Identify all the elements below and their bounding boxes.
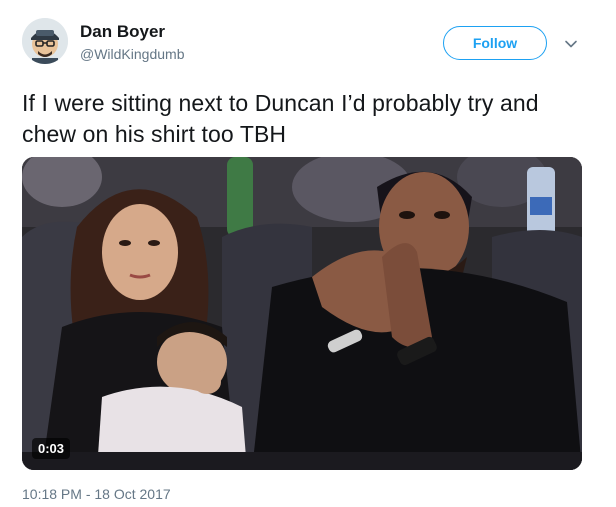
avatar-illustration	[22, 18, 68, 64]
tweet-timestamp[interactable]: 10:18 PM - 18 Oct 2017	[22, 486, 171, 503]
video-thumbnail	[22, 157, 582, 470]
author-display-name[interactable]: Dan Boyer	[80, 22, 184, 42]
author-handle[interactable]: @WildKingdumb	[80, 45, 184, 63]
tweet-card: Dan Boyer @WildKingdumb Follow If I were…	[0, 0, 616, 507]
video-duration-badge: 0:03	[32, 438, 71, 459]
video-player[interactable]: 0:03	[22, 157, 582, 470]
chevron-down-icon[interactable]	[563, 36, 579, 52]
avatar[interactable]	[22, 18, 68, 64]
author-block: Dan Boyer @WildKingdumb	[80, 22, 184, 63]
tweet-text: If I were sitting next to Duncan I’d pro…	[22, 90, 539, 147]
follow-button[interactable]: Follow	[443, 26, 547, 60]
